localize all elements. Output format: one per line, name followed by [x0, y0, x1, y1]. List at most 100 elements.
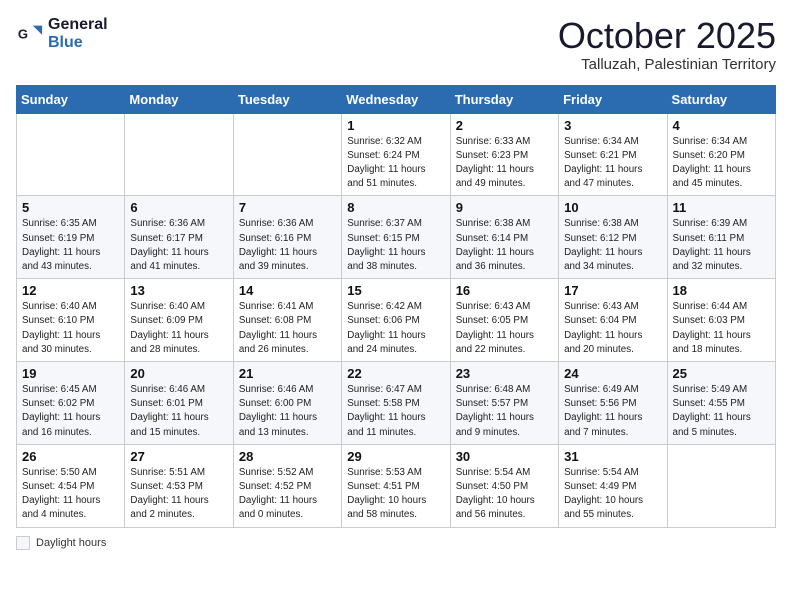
cell-day-number: 31	[564, 449, 661, 464]
calendar-cell: 22 Sunrise: 6:47 AM Sunset: 5:58 PM Dayli…	[342, 362, 450, 445]
cell-day-number: 11	[673, 200, 770, 215]
calendar-cell	[17, 113, 125, 196]
cell-info-text: Sunrise: 6:40 AM Sunset: 6:10 PM Dayligh…	[22, 300, 119, 357]
cell-info-text: Sunrise: 5:51 AM Sunset: 4:53 PM Dayligh…	[130, 466, 227, 523]
cell-day-number: 22	[347, 366, 444, 381]
cell-day-number: 6	[130, 200, 227, 215]
weekday-header-friday: Friday	[559, 85, 667, 113]
calendar-cell: 27 Sunrise: 5:51 AM Sunset: 4:53 PM Dayli…	[125, 444, 233, 527]
page-header: G General Blue October 2025 Talluzah, Pa…	[16, 16, 776, 73]
cell-day-number: 7	[239, 200, 336, 215]
calendar-cell: 23Sunrise: 6:48 AM Sunset: 5:57 PM Dayli…	[450, 362, 558, 445]
cell-day-number: 14	[239, 283, 336, 298]
cell-day-number: 24	[564, 366, 661, 381]
weekday-header-tuesday: Tuesday	[233, 85, 341, 113]
daylight-box-icon	[16, 536, 30, 550]
cell-info-text: Sunrise: 6:46 AM Sunset: 6:01 PM Dayligh…	[130, 383, 227, 440]
cell-day-number: 20	[130, 366, 227, 381]
cell-info-text: Sunrise: 6:38 AM Sunset: 6:12 PM Dayligh…	[564, 217, 661, 274]
cell-info-text: Sunrise: 6:46 AM Sunset: 6:00 PM Dayligh…	[239, 383, 336, 440]
cell-day-number: 15	[347, 283, 444, 298]
cell-info-text: Sunrise: 6:44 AM Sunset: 6:03 PM Dayligh…	[673, 300, 770, 357]
logo-line2: Blue	[48, 34, 108, 52]
cell-info-text: Sunrise: 6:42 AM Sunset: 6:06 PM Dayligh…	[347, 300, 444, 357]
cell-day-number: 23	[456, 366, 553, 381]
calendar-cell: 16 Sunrise: 6:43 AM Sunset: 6:05 PM Dayli…	[450, 279, 558, 362]
cell-day-number: 19	[22, 366, 119, 381]
cell-day-number: 25	[673, 366, 770, 381]
svg-text:G: G	[18, 26, 28, 41]
cell-info-text: Sunrise: 6:34 AM Sunset: 6:21 PM Dayligh…	[564, 135, 661, 192]
cell-day-number: 10	[564, 200, 661, 215]
calendar-table: SundayMondayTuesdayWednesdayThursdayFrid…	[16, 85, 776, 528]
cell-info-text: Sunrise: 5:54 AM Sunset: 4:49 PM Dayligh…	[564, 466, 661, 523]
calendar-cell: 6Sunrise: 6:36 AM Sunset: 6:17 PM Daylig…	[125, 196, 233, 279]
cell-day-number: 2	[456, 118, 553, 133]
cell-day-number: 29	[347, 449, 444, 464]
calendar-cell: 1 Sunrise: 6:32 AM Sunset: 6:24 PM Daylig…	[342, 113, 450, 196]
cell-day-number: 21	[239, 366, 336, 381]
month-title: October 2025	[558, 16, 776, 56]
calendar-cell: 26 Sunrise: 5:50 AM Sunset: 4:54 PM Dayli…	[17, 444, 125, 527]
calendar-cell	[233, 113, 341, 196]
cell-day-number: 13	[130, 283, 227, 298]
weekday-header-monday: Monday	[125, 85, 233, 113]
cell-info-text: Sunrise: 6:47 AM Sunset: 5:58 PM Dayligh…	[347, 383, 444, 440]
cell-info-text: Sunrise: 6:45 AM Sunset: 6:02 PM Dayligh…	[22, 383, 119, 440]
calendar-cell: 10 Sunrise: 6:38 AM Sunset: 6:12 PM Dayli…	[559, 196, 667, 279]
calendar-cell: 3 Sunrise: 6:34 AM Sunset: 6:21 PM Daylig…	[559, 113, 667, 196]
calendar-cell: 9 Sunrise: 6:38 AM Sunset: 6:14 PM Daylig…	[450, 196, 558, 279]
cell-day-number: 8	[347, 200, 444, 215]
cell-info-text: Sunrise: 5:52 AM Sunset: 4:52 PM Dayligh…	[239, 466, 336, 523]
cell-day-number: 28	[239, 449, 336, 464]
daylight-label: Daylight hours	[36, 537, 106, 549]
calendar-cell: 4Sunrise: 6:34 AM Sunset: 6:20 PM Daylig…	[667, 113, 775, 196]
cell-day-number: 16	[456, 283, 553, 298]
location-subtitle: Talluzah, Palestinian Territory	[558, 56, 776, 73]
cell-info-text: Sunrise: 6:43 AM Sunset: 6:04 PM Dayligh…	[564, 300, 661, 357]
calendar-cell: 21 Sunrise: 6:46 AM Sunset: 6:00 PM Dayli…	[233, 362, 341, 445]
cell-day-number: 1	[347, 118, 444, 133]
cell-info-text: Sunrise: 6:37 AM Sunset: 6:15 PM Dayligh…	[347, 217, 444, 274]
calendar-cell: 8 Sunrise: 6:37 AM Sunset: 6:15 PM Daylig…	[342, 196, 450, 279]
calendar-cell: 2 Sunrise: 6:33 AM Sunset: 6:23 PM Daylig…	[450, 113, 558, 196]
cell-day-number: 5	[22, 200, 119, 215]
cell-day-number: 12	[22, 283, 119, 298]
logo: G General Blue	[16, 16, 108, 51]
cell-day-number: 9	[456, 200, 553, 215]
calendar-cell	[667, 444, 775, 527]
calendar-cell	[125, 113, 233, 196]
logo-line1: General	[48, 16, 108, 34]
cell-day-number: 17	[564, 283, 661, 298]
cell-info-text: Sunrise: 6:40 AM Sunset: 6:09 PM Dayligh…	[130, 300, 227, 357]
calendar-cell: 17 Sunrise: 6:43 AM Sunset: 6:04 PM Dayli…	[559, 279, 667, 362]
calendar-cell: 7 Sunrise: 6:36 AM Sunset: 6:16 PM Daylig…	[233, 196, 341, 279]
calendar-cell: 19 Sunrise: 6:45 AM Sunset: 6:02 PM Dayli…	[17, 362, 125, 445]
cell-info-text: Sunrise: 6:49 AM Sunset: 5:56 PM Dayligh…	[564, 383, 661, 440]
cell-day-number: 27	[130, 449, 227, 464]
calendar-cell: 24 Sunrise: 6:49 AM Sunset: 5:56 PM Dayli…	[559, 362, 667, 445]
logo-icon: G	[16, 20, 44, 48]
cell-info-text: Sunrise: 6:43 AM Sunset: 6:05 PM Dayligh…	[456, 300, 553, 357]
calendar-cell: 11Sunrise: 6:39 AM Sunset: 6:11 PM Dayli…	[667, 196, 775, 279]
cell-day-number: 30	[456, 449, 553, 464]
cell-info-text: Sunrise: 6:36 AM Sunset: 6:16 PM Dayligh…	[239, 217, 336, 274]
cell-info-text: Sunrise: 6:32 AM Sunset: 6:24 PM Dayligh…	[347, 135, 444, 192]
calendar-cell: 14Sunrise: 6:41 AM Sunset: 6:08 PM Dayli…	[233, 279, 341, 362]
cell-day-number: 4	[673, 118, 770, 133]
cell-info-text: Sunrise: 6:35 AM Sunset: 6:19 PM Dayligh…	[22, 217, 119, 274]
calendar-cell: 25Sunrise: 5:49 AM Sunset: 4:55 PM Dayli…	[667, 362, 775, 445]
footer-note: Daylight hours	[16, 536, 776, 550]
weekday-header-sunday: Sunday	[17, 85, 125, 113]
weekday-header-thursday: Thursday	[450, 85, 558, 113]
calendar-cell: 12 Sunrise: 6:40 AM Sunset: 6:10 PM Dayli…	[17, 279, 125, 362]
calendar-cell: 18Sunrise: 6:44 AM Sunset: 6:03 PM Dayli…	[667, 279, 775, 362]
cell-info-text: Sunrise: 6:33 AM Sunset: 6:23 PM Dayligh…	[456, 135, 553, 192]
calendar-cell: 13 Sunrise: 6:40 AM Sunset: 6:09 PM Dayli…	[125, 279, 233, 362]
cell-day-number: 26	[22, 449, 119, 464]
cell-info-text: Sunrise: 5:50 AM Sunset: 4:54 PM Dayligh…	[22, 466, 119, 523]
cell-day-number: 3	[564, 118, 661, 133]
calendar-cell: 15 Sunrise: 6:42 AM Sunset: 6:06 PM Dayli…	[342, 279, 450, 362]
weekday-header-saturday: Saturday	[667, 85, 775, 113]
cell-info-text: Sunrise: 6:38 AM Sunset: 6:14 PM Dayligh…	[456, 217, 553, 274]
